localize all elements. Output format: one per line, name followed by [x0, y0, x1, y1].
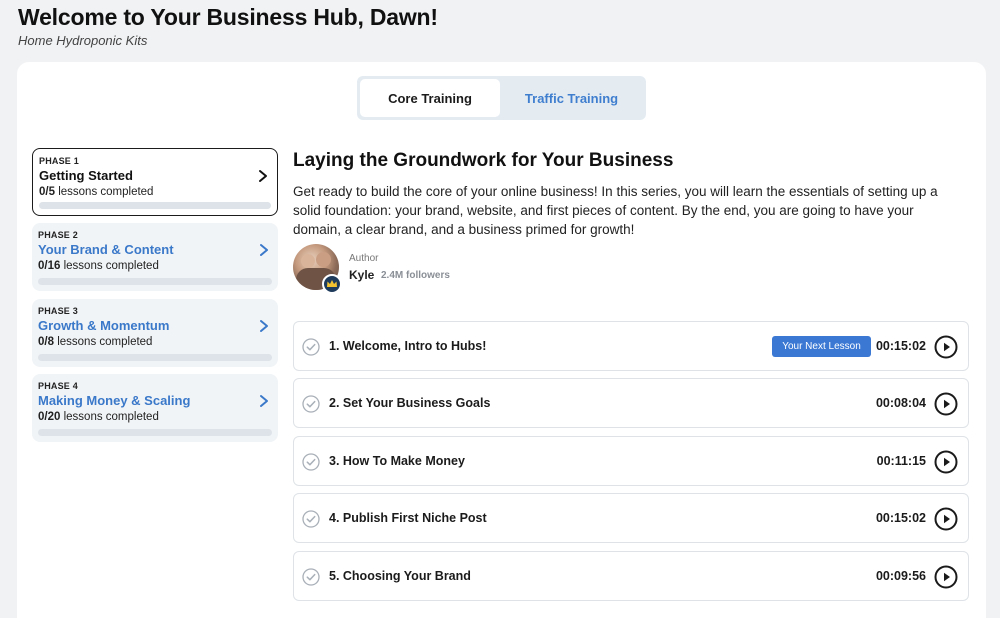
lesson-title: 1. Welcome, Intro to Hubs! — [329, 339, 487, 353]
phase-progress-bar — [38, 429, 272, 436]
crown-icon — [322, 274, 342, 294]
phase-progress-bar — [38, 278, 272, 285]
lesson-row[interactable]: 3. How To Make Money 00:11:15 — [293, 436, 969, 486]
author-followers: 2.4M followers — [381, 270, 450, 281]
phase-label: PHASE 1 — [39, 156, 79, 166]
phase-label: PHASE 3 — [38, 306, 78, 316]
phase-progress-text: 0/16 lessons completed — [38, 260, 159, 272]
lesson-row[interactable]: 4. Publish First Niche Post 00:15:02 — [293, 493, 969, 543]
check-circle-icon — [302, 395, 320, 413]
phase-completed-suffix: lessons completed — [58, 186, 154, 198]
author-label: Author — [349, 253, 379, 264]
chevron-right-icon — [260, 395, 268, 407]
phase-completed-suffix: lessons completed — [63, 411, 159, 423]
lesson-title: 2. Set Your Business Goals — [329, 396, 491, 410]
play-circle-icon[interactable] — [934, 392, 958, 416]
series-description: Get ready to build the core of your onli… — [293, 184, 938, 237]
lesson-title: 4. Publish First Niche Post — [329, 511, 487, 525]
next-lesson-badge: Your Next Lesson — [772, 336, 871, 357]
check-circle-icon — [302, 568, 320, 586]
phase-progress-bar — [39, 202, 271, 209]
check-circle-icon — [302, 510, 320, 528]
phase-completed-count: 0/20 — [38, 411, 61, 423]
chevron-right-icon — [260, 244, 268, 256]
phase-name: Growth & Momentum — [38, 318, 170, 333]
lesson-row[interactable]: 2. Set Your Business Goals 00:08:04 — [293, 378, 969, 428]
lesson-duration: 00:08:04 — [875, 396, 926, 410]
phase-progress-bar — [38, 354, 272, 361]
phase-completed-count: 0/16 — [38, 260, 61, 272]
lesson-duration: 00:09:56 — [875, 569, 926, 583]
phase-card-3[interactable]: PHASE 3 Growth & Momentum 0/8 lessons co… — [32, 299, 278, 367]
phase-name: Your Brand & Content — [38, 242, 174, 257]
tab-traffic-training[interactable]: Traffic Training — [500, 79, 643, 117]
tab-core-training[interactable]: Core Training — [360, 79, 500, 117]
chevron-right-icon — [260, 320, 268, 332]
play-circle-icon[interactable] — [934, 507, 958, 531]
phase-progress-text: 0/20 lessons completed — [38, 411, 159, 423]
phase-completed-count: 0/5 — [39, 186, 55, 198]
phase-name: Getting Started — [39, 168, 133, 183]
author-name[interactable]: Kyle — [349, 268, 374, 282]
phase-card-4[interactable]: PHASE 4 Making Money & Scaling 0/20 less… — [32, 374, 278, 442]
page-title: Welcome to Your Business Hub, Dawn! — [18, 4, 438, 30]
phase-label: PHASE 4 — [38, 381, 78, 391]
phase-progress-text: 0/5 lessons completed — [39, 186, 153, 198]
lesson-row[interactable]: 1. Welcome, Intro to Hubs! Your Next Les… — [293, 321, 969, 371]
phase-completed-suffix: lessons completed — [57, 336, 153, 348]
phase-completed-suffix: lessons completed — [63, 260, 159, 272]
lesson-duration: 00:11:15 — [876, 454, 926, 468]
phase-card-2[interactable]: PHASE 2 Your Brand & Content 0/16 lesson… — [32, 223, 278, 291]
lesson-duration: 00:15:02 — [875, 339, 926, 353]
phase-completed-count: 0/8 — [38, 336, 54, 348]
training-tabs: Core Training Traffic Training — [357, 76, 646, 120]
phase-card-1[interactable]: PHASE 1 Getting Started 0/5 lessons comp… — [32, 148, 278, 216]
lesson-title: 5. Choosing Your Brand — [329, 569, 471, 583]
play-circle-icon[interactable] — [934, 335, 958, 359]
phase-progress-text: 0/8 lessons completed — [38, 336, 152, 348]
page-subtitle: Home Hydroponic Kits — [18, 33, 148, 48]
series-title: Laying the Groundwork for Your Business — [293, 150, 674, 171]
phase-label: PHASE 2 — [38, 230, 78, 240]
chevron-right-icon — [259, 170, 267, 182]
check-circle-icon — [302, 453, 320, 471]
lesson-title: 3. How To Make Money — [329, 454, 465, 468]
phase-name: Making Money & Scaling — [38, 393, 191, 408]
check-circle-icon — [302, 338, 320, 356]
lesson-duration: 00:15:02 — [875, 511, 926, 525]
play-circle-icon[interactable] — [934, 565, 958, 589]
play-circle-icon[interactable] — [934, 450, 958, 474]
lesson-row[interactable]: 5. Choosing Your Brand 00:09:56 — [293, 551, 969, 601]
